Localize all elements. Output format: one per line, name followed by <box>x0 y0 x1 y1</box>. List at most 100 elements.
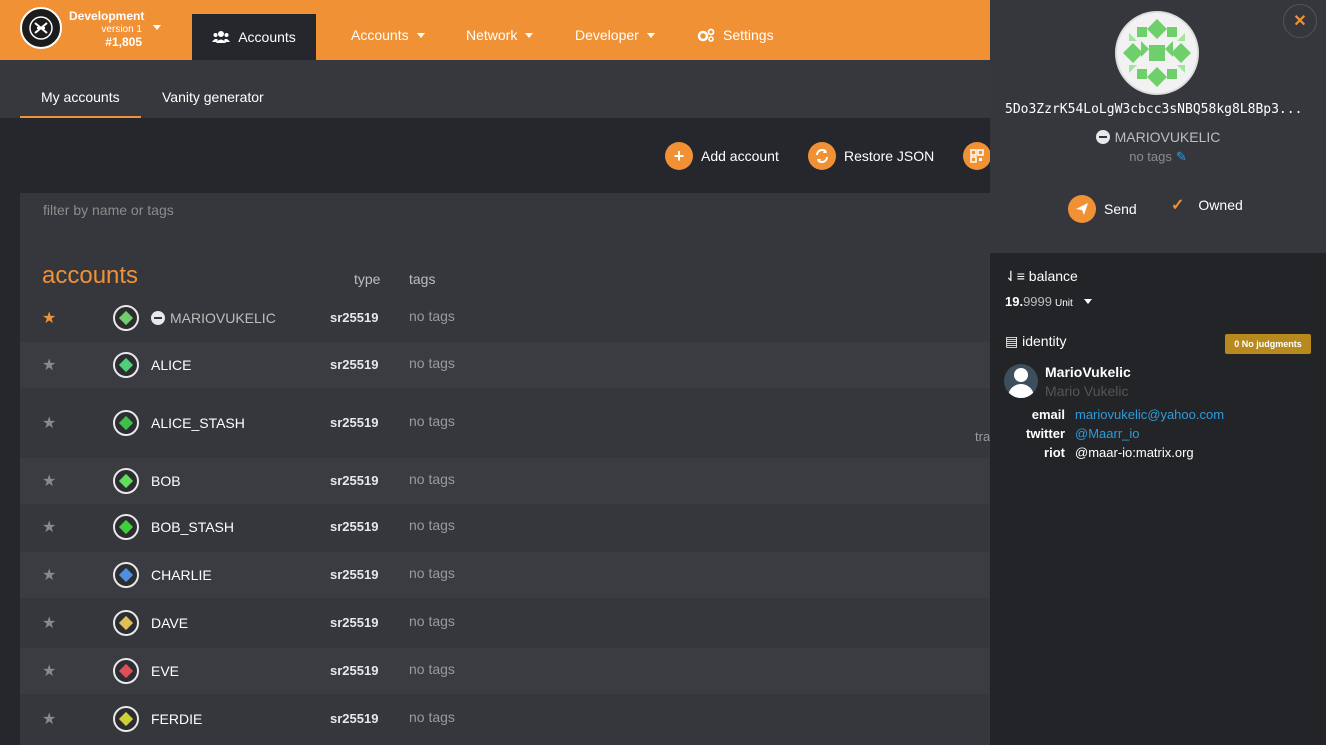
polkadot-logo-icon[interactable] <box>20 7 62 49</box>
qr-button[interactable] <box>963 142 991 170</box>
account-tags: no tags <box>409 661 455 677</box>
users-icon <box>212 31 231 43</box>
account-identicon-icon[interactable] <box>113 562 139 588</box>
chain-version: version 1 <box>101 24 142 35</box>
account-address[interactable]: 5Do3ZzrK54LoLgW3cbcc3sNBQ58kg8L8Bp3... <box>1005 102 1311 117</box>
restore-json-button[interactable]: Restore JSON <box>808 142 934 170</box>
column-tags: tags <box>409 271 436 287</box>
account-tags: no tags <box>409 613 455 629</box>
account-identicon-icon[interactable] <box>113 352 139 378</box>
send-button[interactable]: Send <box>1068 195 1137 223</box>
account-name: MARIOVUKELIC <box>151 310 276 326</box>
check-icon: ✓ <box>1171 197 1185 214</box>
star-icon[interactable]: ★ <box>42 355 56 375</box>
table-row[interactable]: ★ FERDIE sr25519 no tags <box>20 696 990 742</box>
active-tab-indicator <box>20 116 141 118</box>
account-identicon-icon[interactable] <box>113 514 139 540</box>
account-type: sr25519 <box>330 615 379 630</box>
subtab-my-accounts[interactable]: My accounts <box>41 89 120 105</box>
account-identicon-icon[interactable] <box>113 706 139 732</box>
star-icon[interactable]: ★ <box>42 471 56 491</box>
star-icon[interactable]: ★ <box>42 709 56 729</box>
nav-settings[interactable]: Settings <box>697 27 774 43</box>
account-name: MARIOVUKELIC <box>990 129 1326 145</box>
account-name-text: BOB <box>151 473 181 489</box>
table-row[interactable]: ★ ALICE sr25519 no tags <box>20 342 990 388</box>
edit-icon[interactable]: ✎ <box>1176 149 1187 164</box>
account-name-text: MARIOVUKELIC <box>1114 129 1221 145</box>
balance-value[interactable]: 19.9999 Unit <box>1005 294 1093 309</box>
identity-display-name: MarioVukelic <box>1045 364 1131 380</box>
chevron-down-icon <box>416 32 425 38</box>
account-name-text: MARIOVUKELIC <box>170 310 276 326</box>
account-name: EVE <box>151 663 179 679</box>
subtab-vanity-generator[interactable]: Vanity generator <box>162 89 264 105</box>
account-identicon[interactable] <box>1115 11 1199 95</box>
filter-input[interactable]: filter by name or tags <box>43 202 174 218</box>
account-name: ALICE <box>151 357 191 373</box>
table-row[interactable]: ★ EVE sr25519 no tags <box>20 648 990 694</box>
table-row[interactable]: ★ BOB sr25519 no tags <box>20 458 990 504</box>
chevron-down-icon <box>646 32 655 38</box>
account-name: BOB_STASH <box>151 519 234 535</box>
table-row[interactable]: ★ DAVE sr25519 no tags <box>20 600 990 646</box>
account-name: ALICE_STASH <box>151 415 245 431</box>
account-identicon-icon[interactable] <box>113 658 139 684</box>
nav-accounts[interactable]: Accounts <box>351 27 425 43</box>
identity-label: ▤ identity <box>1005 333 1066 350</box>
tab-accounts-active[interactable]: Accounts <box>192 14 316 60</box>
sub-nav <box>0 60 990 118</box>
account-identicon-icon[interactable] <box>113 410 139 436</box>
nav-developer[interactable]: Developer <box>575 27 655 43</box>
account-name: DAVE <box>151 615 188 631</box>
account-tags-text: no tags <box>1129 149 1172 164</box>
clipped-text: tra <box>975 429 991 444</box>
account-name-text: ALICE <box>151 357 192 373</box>
table-row[interactable]: ★ MARIOVUKELIC sr25519 no tags <box>20 295 990 341</box>
account-name: FERDIE <box>151 711 202 727</box>
owned-label: Owned <box>1198 197 1243 213</box>
balance-dec: 9999 <box>1023 294 1052 309</box>
table-row[interactable]: ★ BOB_STASH sr25519 no tags <box>20 504 990 550</box>
star-icon[interactable]: ★ <box>42 613 56 633</box>
star-icon[interactable]: ★ <box>42 517 56 537</box>
account-identicon-icon[interactable] <box>113 305 139 331</box>
account-tags: no tags <box>409 355 455 371</box>
restore-json-label: Restore JSON <box>844 148 935 164</box>
judgment-badge: 0 No judgments <box>1225 334 1311 354</box>
identity-twitter-link[interactable]: @Maarr_io <box>1075 426 1140 441</box>
identity-avatar-icon <box>1004 364 1038 398</box>
chain-selector[interactable]: Development version 1 #1,805 <box>69 9 164 49</box>
chain-name: Development <box>69 9 145 23</box>
close-icon[interactable]: ✕ <box>1283 4 1317 38</box>
account-sidebar: ✕ 5Do3ZzrK54LoLgW3cbcc3sNBQ58kg8L8Bp3...… <box>990 0 1326 745</box>
account-type: sr25519 <box>330 519 379 534</box>
balance-int: 19. <box>1005 294 1024 309</box>
add-account-button[interactable]: + Add account <box>665 142 779 170</box>
account-name: CHARLIE <box>151 567 212 583</box>
star-icon[interactable]: ★ <box>42 661 56 681</box>
account-name-text: BOB_STASH <box>151 519 234 535</box>
account-tags: no tags <box>409 413 455 429</box>
identity-email-link[interactable]: mariovukelic@yahoo.com <box>1075 407 1224 422</box>
account-tags: no tags <box>409 471 455 487</box>
account-name: BOB <box>151 473 181 489</box>
qrcode-icon <box>963 142 991 170</box>
paper-plane-icon <box>1068 195 1096 223</box>
star-icon[interactable]: ★ <box>42 413 56 433</box>
nav-network[interactable]: Network <box>466 27 534 43</box>
account-identicon-icon[interactable] <box>113 468 139 494</box>
star-icon[interactable]: ★ <box>42 308 56 328</box>
table-row[interactable]: ★ CHARLIE sr25519 no tags <box>20 552 990 598</box>
account-name-text: DAVE <box>151 615 189 631</box>
account-identicon-icon[interactable] <box>113 610 139 636</box>
account-tags: no tags <box>409 709 455 725</box>
table-row[interactable]: ★ ALICE_STASH sr25519 no tags <box>20 390 990 456</box>
account-name-text: CHARLIE <box>151 567 212 583</box>
block-number: #1,805 <box>105 35 142 49</box>
owned-button[interactable]: ✓ Owned <box>1171 195 1243 215</box>
account-type: sr25519 <box>330 711 379 726</box>
star-icon[interactable]: ★ <box>42 565 56 585</box>
account-type: sr25519 <box>330 357 379 372</box>
nav-accounts-label: Accounts <box>351 27 409 43</box>
